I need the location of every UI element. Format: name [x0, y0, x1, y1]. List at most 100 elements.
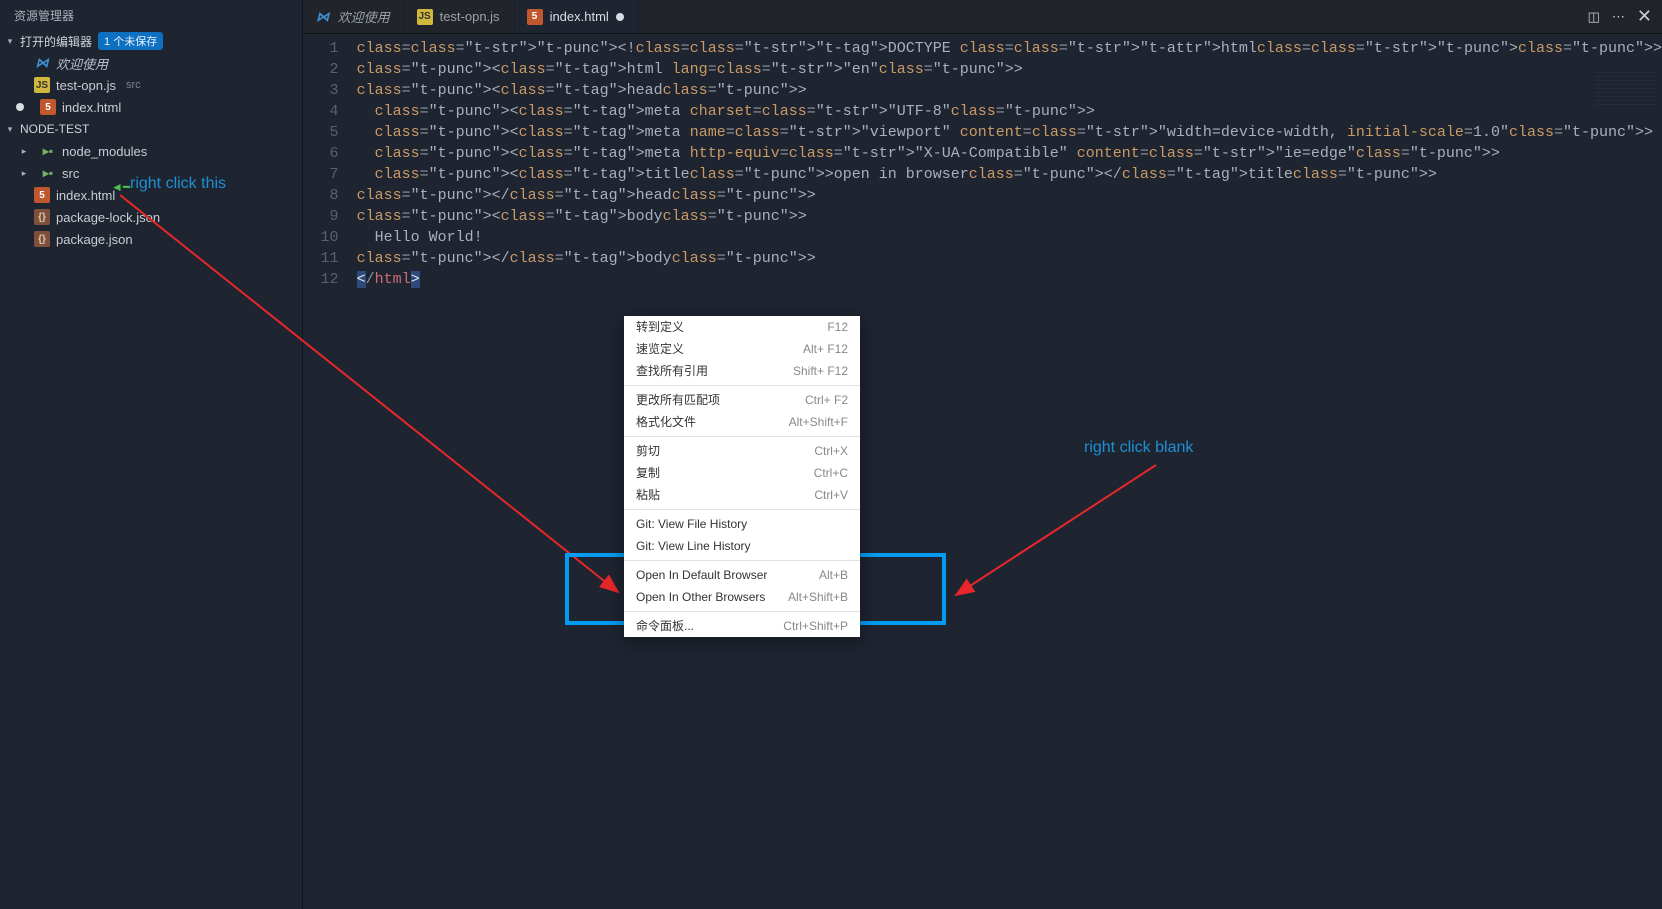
context-menu-item[interactable]: Open In Default Browser Alt+B	[624, 564, 860, 586]
context-menu-item[interactable]: Open In Other Browsers Alt+Shift+B	[624, 586, 860, 608]
project-label: NODE-TEST	[20, 122, 89, 136]
green-arrow-icon: ◄━	[111, 180, 130, 194]
menu-separator	[624, 560, 860, 561]
editor-area: ⋈ 欢迎使用 JS test-opn.js 5 index.html ◫ ⋯ ✕ 1234…	[303, 0, 1662, 909]
open-editor-item[interactable]: 5 index.html	[0, 96, 302, 118]
context-menu-item[interactable]: 复制 Ctrl+C	[624, 462, 860, 484]
html-icon: 5	[34, 187, 50, 203]
editor-tab[interactable]: ⋈ 欢迎使用	[303, 0, 405, 33]
html-icon: 5	[40, 99, 56, 115]
item-label: 欢迎使用	[56, 54, 108, 73]
tree-item-label: package-lock.json	[56, 210, 160, 225]
chevron-down-icon: ▾	[4, 123, 16, 135]
annotation-left: right click this	[130, 175, 226, 193]
tab-label: 欢迎使用	[338, 7, 390, 26]
menu-item-shortcut: Ctrl+Shift+P	[783, 619, 848, 633]
menu-item-shortcut: Shift+ F12	[793, 364, 848, 378]
editor-tab[interactable]: 5 index.html	[515, 0, 639, 33]
context-menu-item[interactable]: 转到定义 F12	[624, 316, 860, 338]
json-icon: {}	[34, 231, 50, 247]
menu-separator	[624, 385, 860, 386]
open-editor-item[interactable]: ⋈ 欢迎使用	[0, 52, 302, 74]
menu-item-label: 速览定义	[636, 342, 684, 356]
tree-item[interactable]: ▸ ▸▪ node_modules	[0, 140, 302, 162]
context-menu: 转到定义 F12 速览定义 Alt+ F12 查找所有引用 Shift+ F12 更改所有匹…	[624, 316, 860, 637]
tree-item-label: node_modules	[62, 144, 147, 159]
item-label: index.html	[62, 100, 121, 115]
folder-icon: ▸▪	[40, 143, 56, 159]
modified-dot-icon	[16, 103, 24, 111]
menu-item-label: Open In Default Browser	[636, 568, 767, 582]
explorer-title: 资源管理器	[0, 0, 302, 30]
context-menu-item[interactable]: 速览定义 Alt+ F12	[624, 338, 860, 360]
context-menu-item[interactable]: 粘贴 Ctrl+V	[624, 484, 860, 506]
project-section[interactable]: ▾ NODE-TEST	[0, 118, 302, 140]
editor-tab[interactable]: JS test-opn.js	[405, 0, 515, 33]
menu-item-label: 复制	[636, 466, 660, 480]
close-icon[interactable]: ✕	[1637, 6, 1652, 27]
menu-item-shortcut: Alt+B	[819, 568, 848, 582]
menu-item-shortcut: Ctrl+ F2	[805, 393, 848, 407]
code-content[interactable]: class=class="t-str">"t-punc"><!class=cla…	[357, 38, 1662, 909]
folder-icon: ▸▪	[40, 165, 56, 181]
chevron-down-icon: ▾	[4, 35, 16, 47]
menu-item-label: 剪切	[636, 444, 660, 458]
context-menu-item[interactable]: 命令面板... Ctrl+Shift+P	[624, 615, 860, 637]
menu-item-label: 更改所有匹配项	[636, 393, 720, 407]
tree-item-label: src	[62, 166, 79, 181]
menu-item-label: 命令面板...	[636, 619, 694, 633]
menu-item-shortcut: Alt+Shift+F	[789, 415, 848, 429]
menu-item-label: Git: View Line History	[636, 539, 751, 553]
menu-item-shortcut: Alt+Shift+B	[788, 590, 848, 604]
menu-item-label: 查找所有引用	[636, 364, 708, 378]
context-menu-item[interactable]: 格式化文件 Alt+Shift+F	[624, 411, 860, 433]
menu-item-label: Git: View File History	[636, 517, 747, 531]
tree-item-label: package.json	[56, 232, 133, 247]
minimap[interactable]	[1596, 72, 1656, 108]
vscode-icon: ⋈	[34, 55, 50, 71]
code-editor[interactable]: 123456789101112 class=class="t-str">"t-p…	[303, 34, 1662, 909]
tree-item[interactable]: {} package.json	[0, 228, 302, 250]
tree-item-label: index.html	[56, 188, 115, 203]
context-menu-item[interactable]: 剪切 Ctrl+X	[624, 440, 860, 462]
vscode-icon: ⋈	[315, 9, 331, 25]
menu-item-label: 粘贴	[636, 488, 660, 502]
context-menu-item[interactable]: Git: View File History	[624, 513, 860, 535]
unsaved-badge: 1 个未保存	[98, 32, 163, 50]
menu-separator	[624, 611, 860, 612]
menu-item-shortcut: Ctrl+X	[814, 444, 848, 458]
tree-item[interactable]: {} package-lock.json	[0, 206, 302, 228]
chevron-right-icon: ▸	[18, 167, 30, 179]
context-menu-item[interactable]: 查找所有引用 Shift+ F12	[624, 360, 860, 382]
item-hint: src	[126, 79, 141, 91]
more-icon[interactable]: ⋯	[1612, 9, 1625, 25]
split-icon[interactable]: ◫	[1588, 9, 1600, 25]
json-icon: {}	[34, 209, 50, 225]
explorer-sidebar: 资源管理器 ▾ 打开的编辑器 1 个未保存 ⋈ 欢迎使用 JS test-opn.js…	[0, 0, 303, 909]
modified-dot-icon	[616, 13, 624, 21]
menu-item-shortcut: Ctrl+V	[814, 488, 848, 502]
menu-separator	[624, 436, 860, 437]
item-label: test-opn.js	[56, 78, 116, 93]
open-editors-section[interactable]: ▾ 打开的编辑器 1 个未保存	[0, 30, 302, 52]
menu-item-shortcut: F12	[827, 320, 848, 334]
menu-item-label: Open In Other Browsers	[636, 590, 765, 604]
open-editors-label: 打开的编辑器	[20, 33, 92, 50]
js-icon: JS	[34, 77, 50, 93]
menu-separator	[624, 509, 860, 510]
html-icon: 5	[527, 9, 543, 25]
context-menu-item[interactable]: 更改所有匹配项 Ctrl+ F2	[624, 389, 860, 411]
js-icon: JS	[417, 9, 433, 25]
annotation-right: right click blank	[1084, 439, 1193, 457]
menu-item-shortcut: Ctrl+C	[814, 466, 848, 480]
line-gutter: 123456789101112	[303, 38, 357, 909]
open-editor-item[interactable]: JS test-opn.js src	[0, 74, 302, 96]
context-menu-item[interactable]: Git: View Line History	[624, 535, 860, 557]
chevron-right-icon: ▸	[18, 145, 30, 157]
menu-item-label: 转到定义	[636, 320, 684, 334]
menu-item-shortcut: Alt+ F12	[803, 342, 848, 356]
tab-label: index.html	[550, 9, 609, 24]
menu-item-label: 格式化文件	[636, 415, 696, 429]
tab-label: test-opn.js	[440, 9, 500, 24]
tab-bar: ⋈ 欢迎使用 JS test-opn.js 5 index.html ◫ ⋯ ✕	[303, 0, 1662, 34]
